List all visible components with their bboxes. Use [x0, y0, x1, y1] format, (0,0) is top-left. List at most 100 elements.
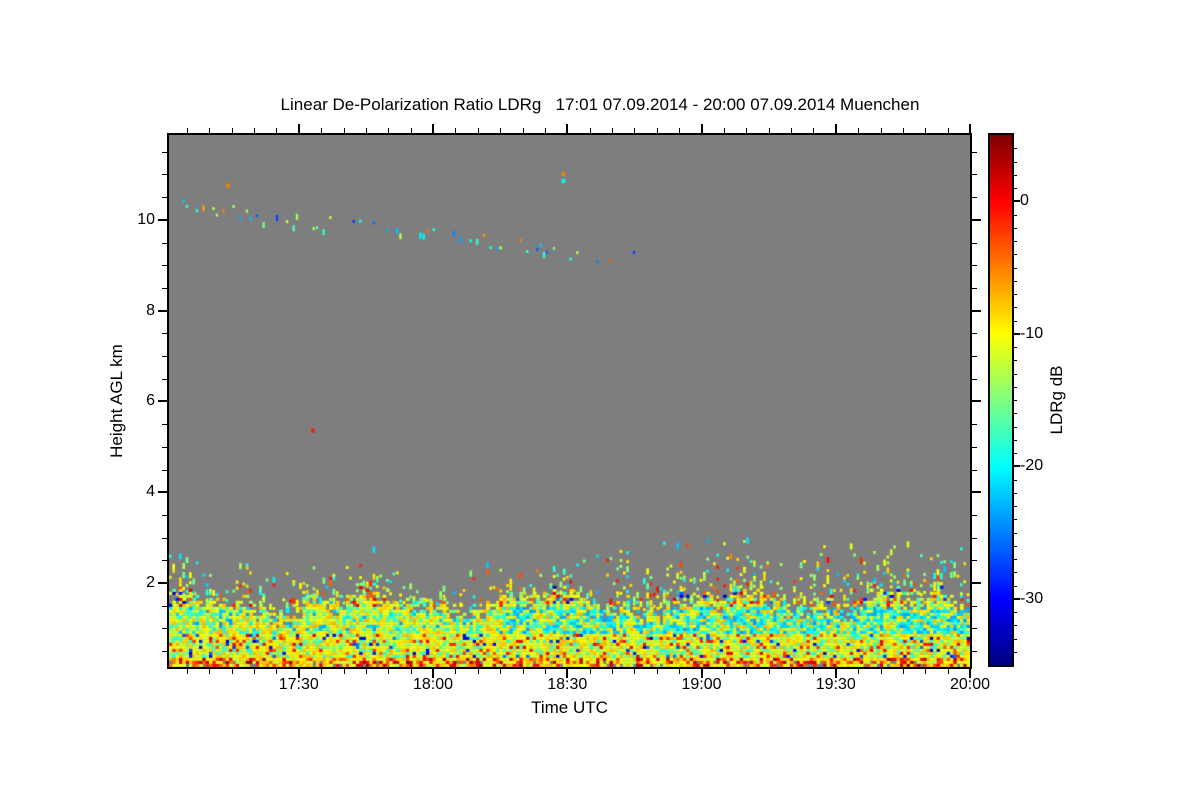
x-minor-tick [813, 128, 815, 133]
y-minor-tick [972, 333, 977, 335]
x-minor-tick [410, 128, 412, 133]
x-minor-tick [186, 669, 188, 674]
x-minor-tick [858, 669, 860, 674]
x-minor-tick [254, 128, 256, 133]
x-minor-tick [477, 669, 479, 674]
colorbar-minor-tick [1014, 651, 1017, 653]
colorbar-tick-label: -30 [1020, 589, 1044, 607]
colorbar-minor-tick [1014, 479, 1017, 481]
x-minor-tick [902, 128, 904, 133]
y-minor-tick [162, 287, 167, 289]
x-minor-tick [186, 128, 188, 133]
x-tick-label: 20:00 [949, 676, 991, 693]
x-minor-tick [746, 669, 748, 674]
colorbar-minor-tick [1014, 214, 1017, 216]
colorbar-minor-tick [1014, 400, 1017, 401]
x-minor-tick [679, 128, 681, 133]
x-minor-tick [947, 128, 949, 133]
y-tick-label: 4 [146, 483, 155, 501]
y-major-tick [158, 309, 167, 312]
colorbar-minor-tick [1014, 347, 1017, 348]
y-minor-tick [972, 537, 977, 539]
colorbar-minor-tick [1014, 506, 1017, 507]
y-minor-tick [162, 514, 167, 516]
plot-area [167, 133, 972, 669]
y-minor-tick [162, 242, 167, 244]
colorbar-minor-tick [1014, 360, 1017, 362]
y-minor-tick [972, 265, 977, 267]
colorbar-tick-label: 0 [1020, 192, 1029, 210]
x-minor-tick [276, 669, 278, 674]
colorbar-tick-label: -20 [1020, 457, 1044, 475]
x-minor-tick [634, 128, 636, 133]
colorbar [988, 133, 1014, 667]
x-minor-tick [723, 669, 725, 674]
x-minor-tick [925, 669, 927, 674]
colorbar-minor-tick [1014, 559, 1017, 560]
x-minor-tick [388, 128, 390, 133]
x-minor-tick [477, 128, 479, 133]
y-tick-label: 8 [146, 301, 155, 319]
x-minor-tick [388, 669, 390, 674]
colorbar-minor-tick [1014, 413, 1017, 415]
colorbar-minor-tick [1014, 241, 1017, 242]
y-tick-label: 2 [146, 574, 155, 592]
y-minor-tick [162, 197, 167, 199]
x-major-tick [834, 124, 837, 133]
x-major-tick [566, 124, 569, 133]
y-minor-tick [162, 333, 167, 335]
y-major-tick [972, 400, 981, 403]
colorbar-gradient-canvas [990, 135, 1012, 665]
y-minor-tick [162, 446, 167, 448]
x-minor-tick [858, 128, 860, 133]
y-minor-tick [162, 651, 167, 653]
colorbar-minor-tick [1014, 373, 1017, 375]
x-minor-tick [522, 128, 524, 133]
y-minor-tick [162, 265, 167, 267]
x-minor-tick [321, 669, 323, 674]
colorbar-minor-tick [1014, 519, 1017, 521]
colorbar-minor-tick [1014, 386, 1017, 388]
y-minor-tick [972, 287, 977, 289]
x-tick-label: 19:00 [681, 676, 722, 693]
x-minor-tick [321, 128, 323, 133]
y-minor-tick [972, 469, 977, 471]
y-minor-tick [972, 605, 977, 607]
y-minor-tick [162, 605, 167, 607]
x-minor-tick [902, 669, 904, 674]
x-minor-tick [656, 669, 658, 674]
x-minor-tick [791, 669, 792, 674]
y-major-tick [972, 218, 981, 221]
y-tick-label: 6 [146, 392, 155, 410]
x-minor-tick [231, 669, 233, 674]
x-tick-label: 19:30 [815, 676, 856, 693]
x-minor-tick [276, 128, 278, 133]
x-tick-label: 17:30 [278, 676, 319, 693]
x-major-tick [297, 124, 300, 133]
colorbar-minor-tick [1014, 545, 1017, 547]
colorbar-minor-tick [1014, 161, 1017, 163]
y-minor-tick [162, 424, 167, 426]
x-major-tick [432, 124, 435, 133]
colorbar-minor-tick [1014, 572, 1017, 574]
colorbar-minor-tick [1014, 280, 1017, 282]
x-minor-tick [522, 669, 524, 674]
colorbar-minor-tick [1014, 453, 1017, 454]
y-major-tick [158, 582, 167, 585]
x-minor-tick [791, 128, 792, 133]
chart-title: Linear De-Polarization Ratio LDRg 17:01 … [280, 95, 920, 114]
y-minor-tick [972, 560, 977, 562]
y-minor-tick [162, 174, 167, 176]
x-minor-tick [209, 669, 211, 674]
x-minor-tick [612, 669, 613, 674]
x-major-tick [700, 124, 703, 133]
x-minor-tick [813, 669, 815, 674]
colorbar-tick-label: -10 [1020, 324, 1044, 342]
colorbar-minor-tick [1014, 188, 1017, 189]
x-minor-tick [455, 669, 457, 674]
x-minor-tick [947, 669, 949, 674]
x-minor-tick [768, 669, 770, 674]
x-minor-tick [679, 669, 681, 674]
y-minor-tick [972, 356, 977, 358]
colorbar-minor-tick [1014, 294, 1017, 295]
